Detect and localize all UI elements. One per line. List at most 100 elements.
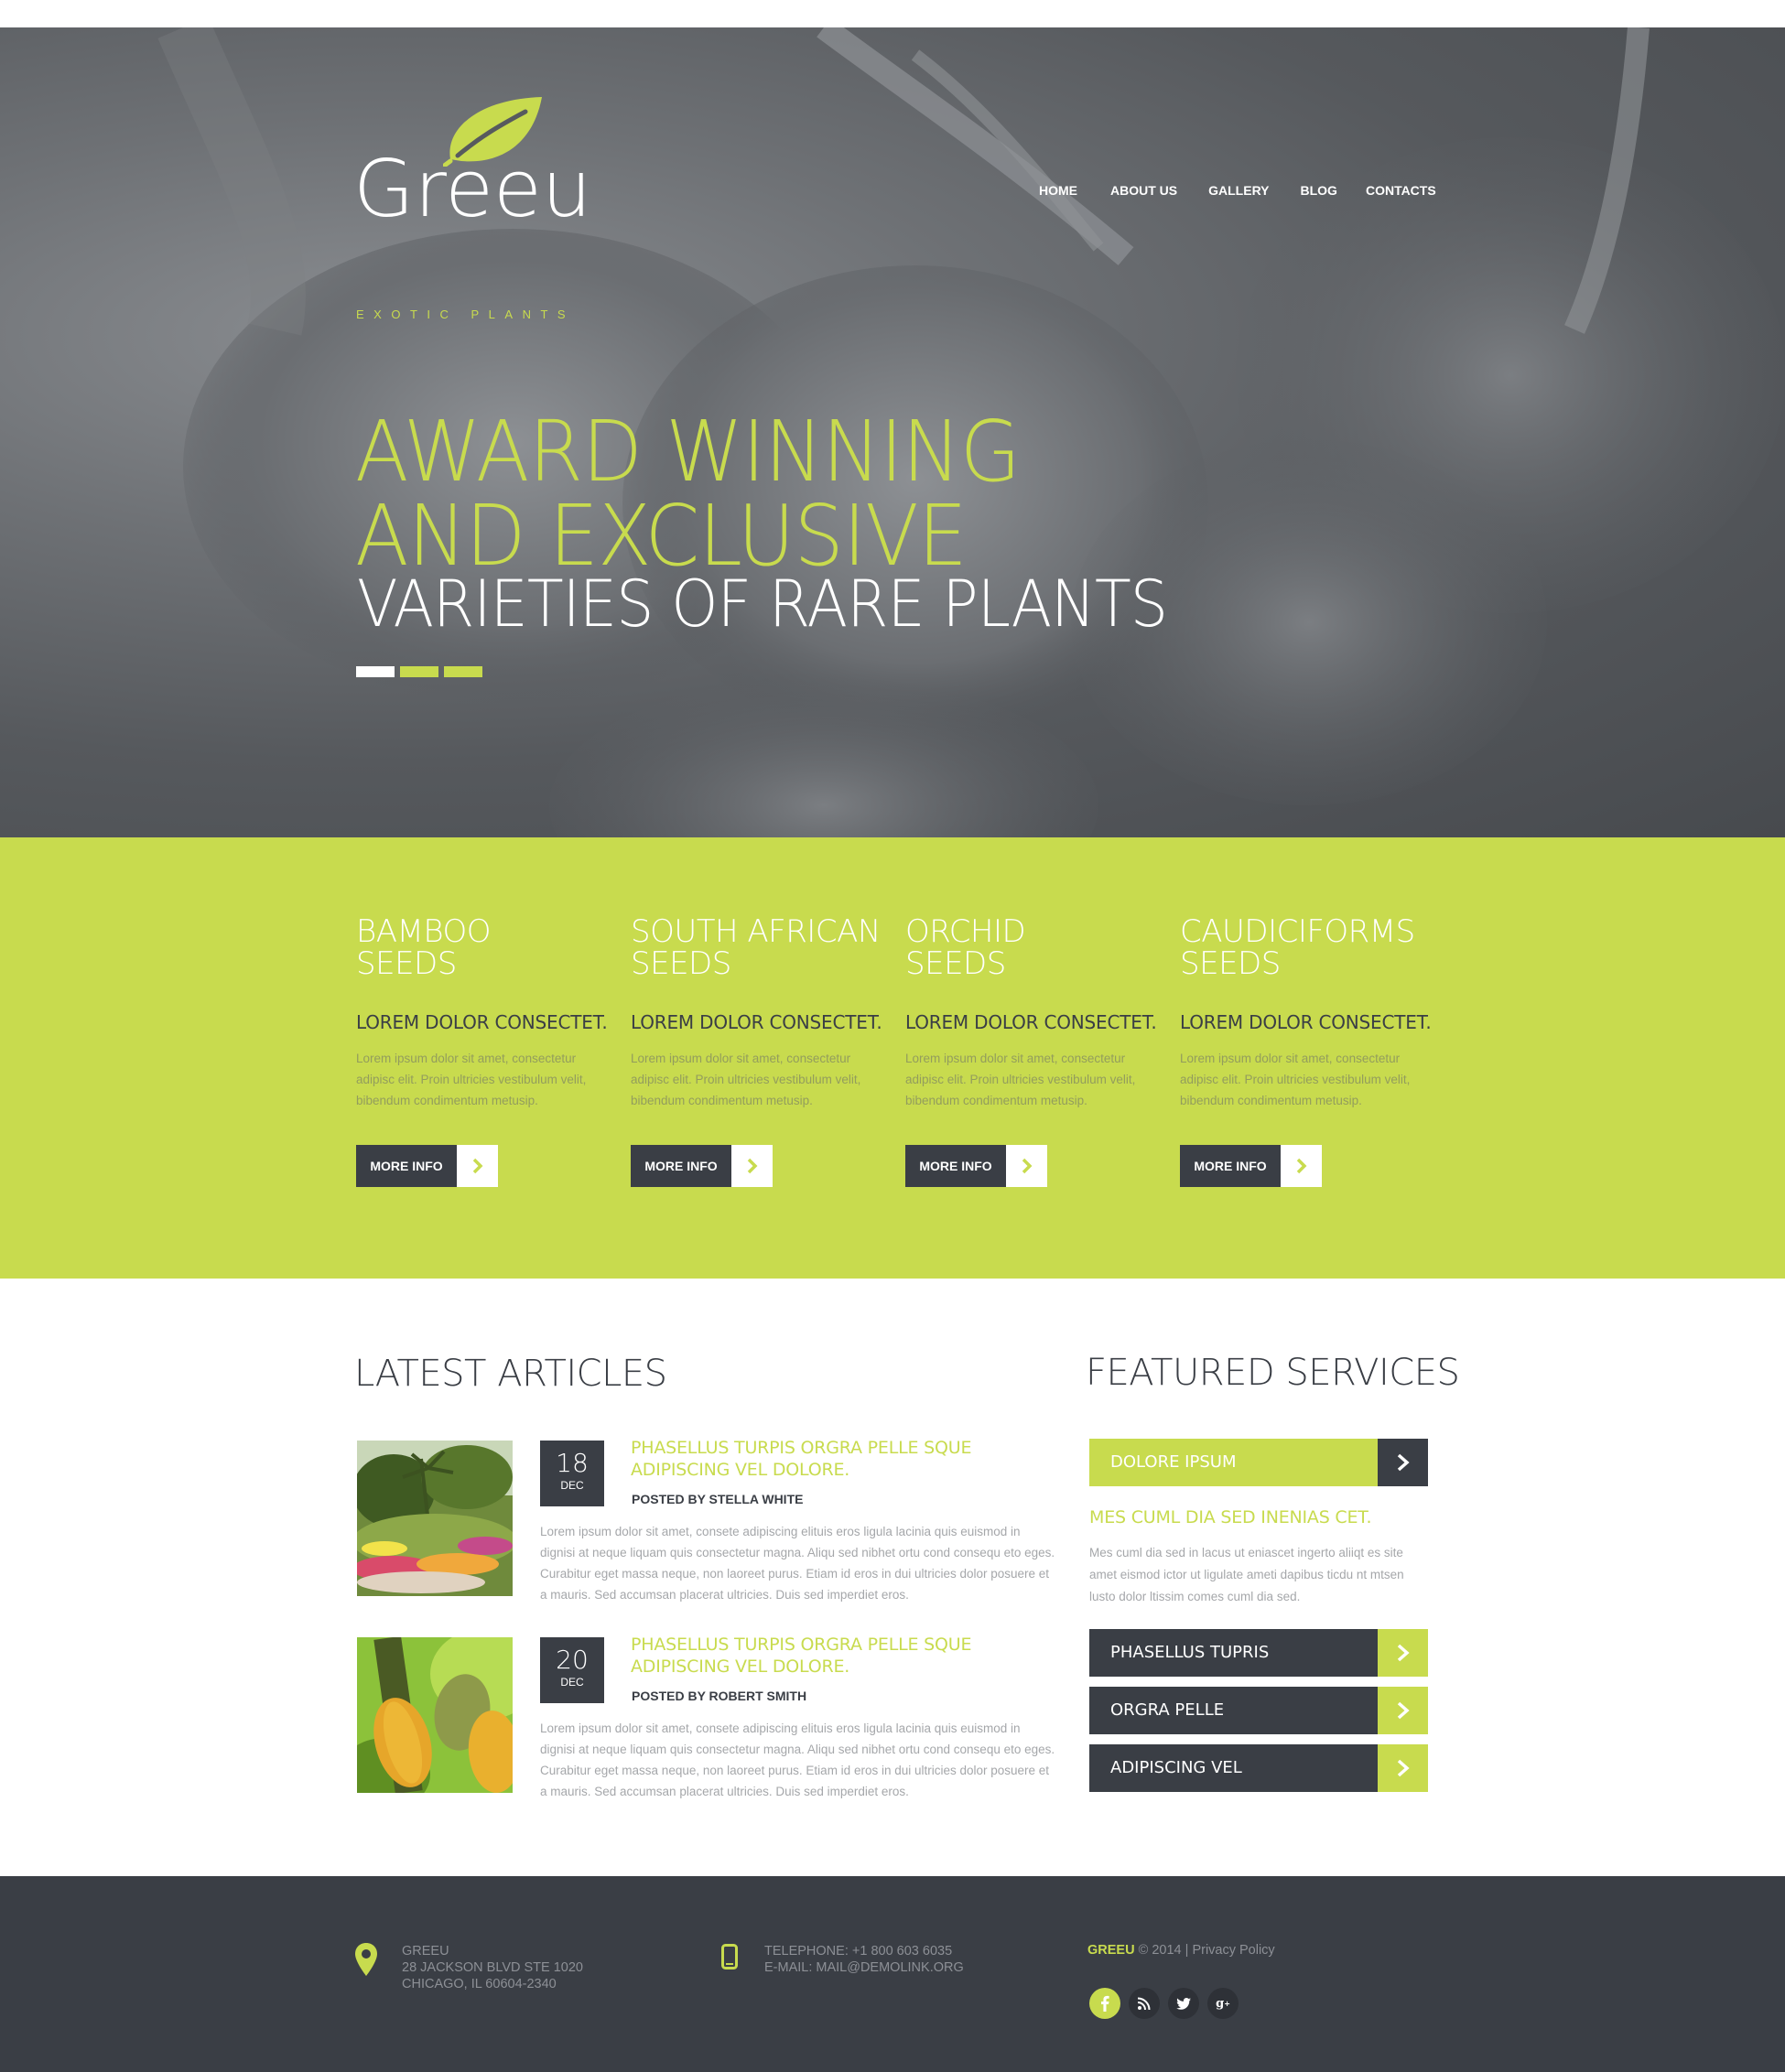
address-line-1: GREEU — [402, 1944, 449, 1959]
hero-subheadline: VARIETIES OF RARE PLANTS — [357, 567, 1168, 642]
brand-tagline: EXOTIC PLANTS — [356, 308, 576, 321]
nav-about-us[interactable]: ABOUT US — [1110, 183, 1177, 205]
service-description: Mes cuml dia sed in lacus ut eniascet in… — [1089, 1546, 1404, 1603]
seed-subtitle: LOREM DOLOR CONSECTET. — [905, 1011, 1157, 1033]
seed-subtitle: LOREM DOLOR CONSECTET. — [1180, 1011, 1432, 1033]
service-subtitle: MES CUML DIA SED INENIAS CET. — [1089, 1507, 1372, 1527]
seed-title-line-2: SEEDS — [356, 945, 457, 982]
article-title-link[interactable]: PHASELLUS TURPIS ORGRA PELLE SQUE ADIPIS… — [631, 1634, 1052, 1678]
slider-pagination — [356, 666, 482, 677]
service-item-adipiscing-vel[interactable]: ADIPISCING VEL — [1089, 1744, 1428, 1792]
cacao-pods-photo-image — [357, 1637, 513, 1793]
service-label: ADIPISCING VEL — [1089, 1744, 1378, 1792]
address-line-2: 28 JACKSON BLVD STE 1020 — [402, 1960, 583, 1975]
more-info-button-orchid[interactable]: MORE INFO — [905, 1145, 1047, 1187]
article-author: POSTED BY STELLA WHITE — [632, 1492, 804, 1506]
more-info-label: MORE INFO — [1180, 1145, 1281, 1187]
chevron-right-icon — [1378, 1439, 1428, 1486]
more-info-button-south-african[interactable]: MORE INFO — [631, 1145, 773, 1187]
seed-title: ORCHID SEEDS — [905, 916, 1162, 980]
date-day: 18 — [556, 1448, 589, 1478]
seed-title-line-1: BAMBOO — [356, 913, 492, 950]
article-item: 18 DEC PHASELLUS TURPIS ORGRA PELLE SQUE… — [357, 1438, 1055, 1602]
service-label: DOLORE IPSUM — [1089, 1439, 1378, 1486]
copyright-year: © 2014 — [1138, 1943, 1182, 1958]
more-info-button-bamboo[interactable]: MORE INFO — [356, 1145, 498, 1187]
featured-services-heading: FEATURED SERVICES — [1086, 1352, 1460, 1394]
footer-email-link[interactable]: E-MAIL: MAIL@DEMOLINK.ORG — [764, 1959, 964, 1976]
seed-description: Lorem ipsum dolor sit amet, consectetur … — [356, 1052, 587, 1107]
footer-brand: GREEU — [1087, 1943, 1135, 1958]
hero-slider: Greeu EXOTIC PLANTS HOME ABOUT US GALLER… — [0, 27, 1785, 837]
seed-description: Lorem ipsum dolor sit amet, consectetur … — [631, 1052, 861, 1107]
site-logo[interactable]: Greeu EXOTIC PLANTS — [353, 92, 628, 321]
seeds-section: BAMBOO SEEDS LOREM DOLOR CONSECTET. Lore… — [0, 837, 1785, 1279]
copyright-separator: | — [1185, 1943, 1189, 1958]
address-line-3: CHICAGO, IL 60604-2340 — [402, 1977, 557, 1991]
article-item: 20 DEC PHASELLUS TURPIS ORGRA PELLE SQUE… — [357, 1634, 1055, 1798]
seed-title: SOUTH AFRICAN SEEDS — [631, 916, 887, 980]
slider-dot-2[interactable] — [400, 666, 438, 677]
seed-subtitle: LOREM DOLOR CONSECTET. — [356, 1011, 608, 1033]
seed-title-line-2: SEEDS — [905, 945, 1006, 982]
seed-description: Lorem ipsum dolor sit amet, consectetur … — [905, 1052, 1136, 1107]
chevron-right-icon — [1006, 1145, 1047, 1187]
slider-dot-3[interactable] — [444, 666, 482, 677]
privacy-policy-link[interactable]: Privacy Policy — [1192, 1943, 1274, 1958]
chevron-right-icon — [1378, 1744, 1428, 1792]
map-pin-icon — [355, 1943, 377, 1976]
chevron-right-icon — [1281, 1145, 1322, 1187]
seed-card-orchid: ORCHID SEEDS LOREM DOLOR CONSECTET. Lore… — [905, 916, 1162, 1111]
facebook-icon[interactable] — [1089, 1988, 1120, 2019]
service-label: PHASELLUS TUPRIS — [1089, 1629, 1378, 1677]
service-item-orgra-pelle[interactable]: ORGRA PELLE — [1089, 1687, 1428, 1734]
chevron-right-icon — [1378, 1629, 1428, 1677]
service-item-phasellus-tupris[interactable]: PHASELLUS TUPRIS — [1089, 1629, 1428, 1677]
seed-title-line-1: CAUDICIFORMS — [1180, 913, 1415, 950]
footer-contact: TELEPHONE: +1 800 603 6035 E-MAIL: MAIL@… — [764, 1943, 964, 1976]
site-footer: GREEU 28 JACKSON BLVD STE 1020 CHICAGO, … — [0, 1876, 1785, 2072]
seed-card-caudiciforms: CAUDICIFORMS SEEDS LOREM DOLOR CONSECTET… — [1180, 916, 1436, 1111]
seed-title-line-1: SOUTH AFRICAN — [631, 913, 881, 950]
article-author: POSTED BY ROBERT SMITH — [632, 1689, 807, 1703]
seed-card-bamboo: BAMBOO SEEDS LOREM DOLOR CONSECTET. Lore… — [356, 916, 612, 1111]
seed-card-south-african: SOUTH AFRICAN SEEDS LOREM DOLOR CONSECTE… — [631, 916, 887, 1111]
seed-title-line-2: SEEDS — [1180, 945, 1281, 982]
seed-title-line-2: SEEDS — [631, 945, 731, 982]
brand-name: Greeu — [353, 144, 592, 235]
more-info-label: MORE INFO — [631, 1145, 731, 1187]
garden-photo-image — [357, 1441, 513, 1596]
article-excerpt: Lorem ipsum dolor sit amet, consete adip… — [540, 1525, 1055, 1602]
phone-icon — [721, 1944, 738, 1969]
google-plus-icon[interactable]: g + — [1207, 1988, 1239, 2019]
footer-copyright: GREEU © 2014 | Privacy Policy — [1087, 1943, 1275, 1958]
date-month: DEC — [560, 1676, 584, 1689]
date-day: 20 — [556, 1645, 589, 1675]
slider-dot-1[interactable] — [356, 666, 395, 677]
more-info-label: MORE INFO — [905, 1145, 1006, 1187]
seed-title: CAUDICIFORMS SEEDS — [1180, 916, 1436, 980]
nav-gallery[interactable]: GALLERY — [1208, 183, 1269, 205]
date-badge: 18 DEC — [540, 1441, 604, 1506]
more-info-button-caudiciforms[interactable]: MORE INFO — [1180, 1145, 1322, 1187]
hero-headline: AWARD WINNING AND EXCLUSIVE — [355, 403, 1021, 578]
footer-address: GREEU 28 JACKSON BLVD STE 1020 CHICAGO, … — [402, 1943, 583, 1992]
article-thumbnail[interactable] — [357, 1441, 513, 1596]
latest-articles-heading: LATEST ARTICLES — [354, 1353, 667, 1395]
twitter-icon[interactable] — [1168, 1988, 1199, 2019]
chevron-right-icon — [457, 1145, 498, 1187]
date-badge: 20 DEC — [540, 1637, 604, 1703]
service-label: ORGRA PELLE — [1089, 1687, 1378, 1734]
seed-description: Lorem ipsum dolor sit amet, consectetur … — [1180, 1052, 1411, 1107]
nav-blog[interactable]: BLOG — [1301, 183, 1337, 205]
rss-icon[interactable] — [1129, 1988, 1160, 2019]
nav-contacts[interactable]: CONTACTS — [1366, 183, 1436, 205]
hero-line-1: AWARD WINNING — [355, 403, 1021, 501]
service-item-active[interactable]: DOLORE IPSUM — [1089, 1439, 1428, 1486]
nav-home[interactable]: HOME — [1039, 183, 1077, 205]
article-title-link[interactable]: PHASELLUS TURPIS ORGRA PELLE SQUE ADIPIS… — [631, 1437, 1052, 1481]
more-info-label: MORE INFO — [356, 1145, 457, 1187]
date-month: DEC — [560, 1479, 584, 1492]
main-nav: HOME ABOUT US GALLERY BLOG CONTACTS — [1023, 183, 1436, 205]
article-thumbnail[interactable] — [357, 1637, 513, 1793]
